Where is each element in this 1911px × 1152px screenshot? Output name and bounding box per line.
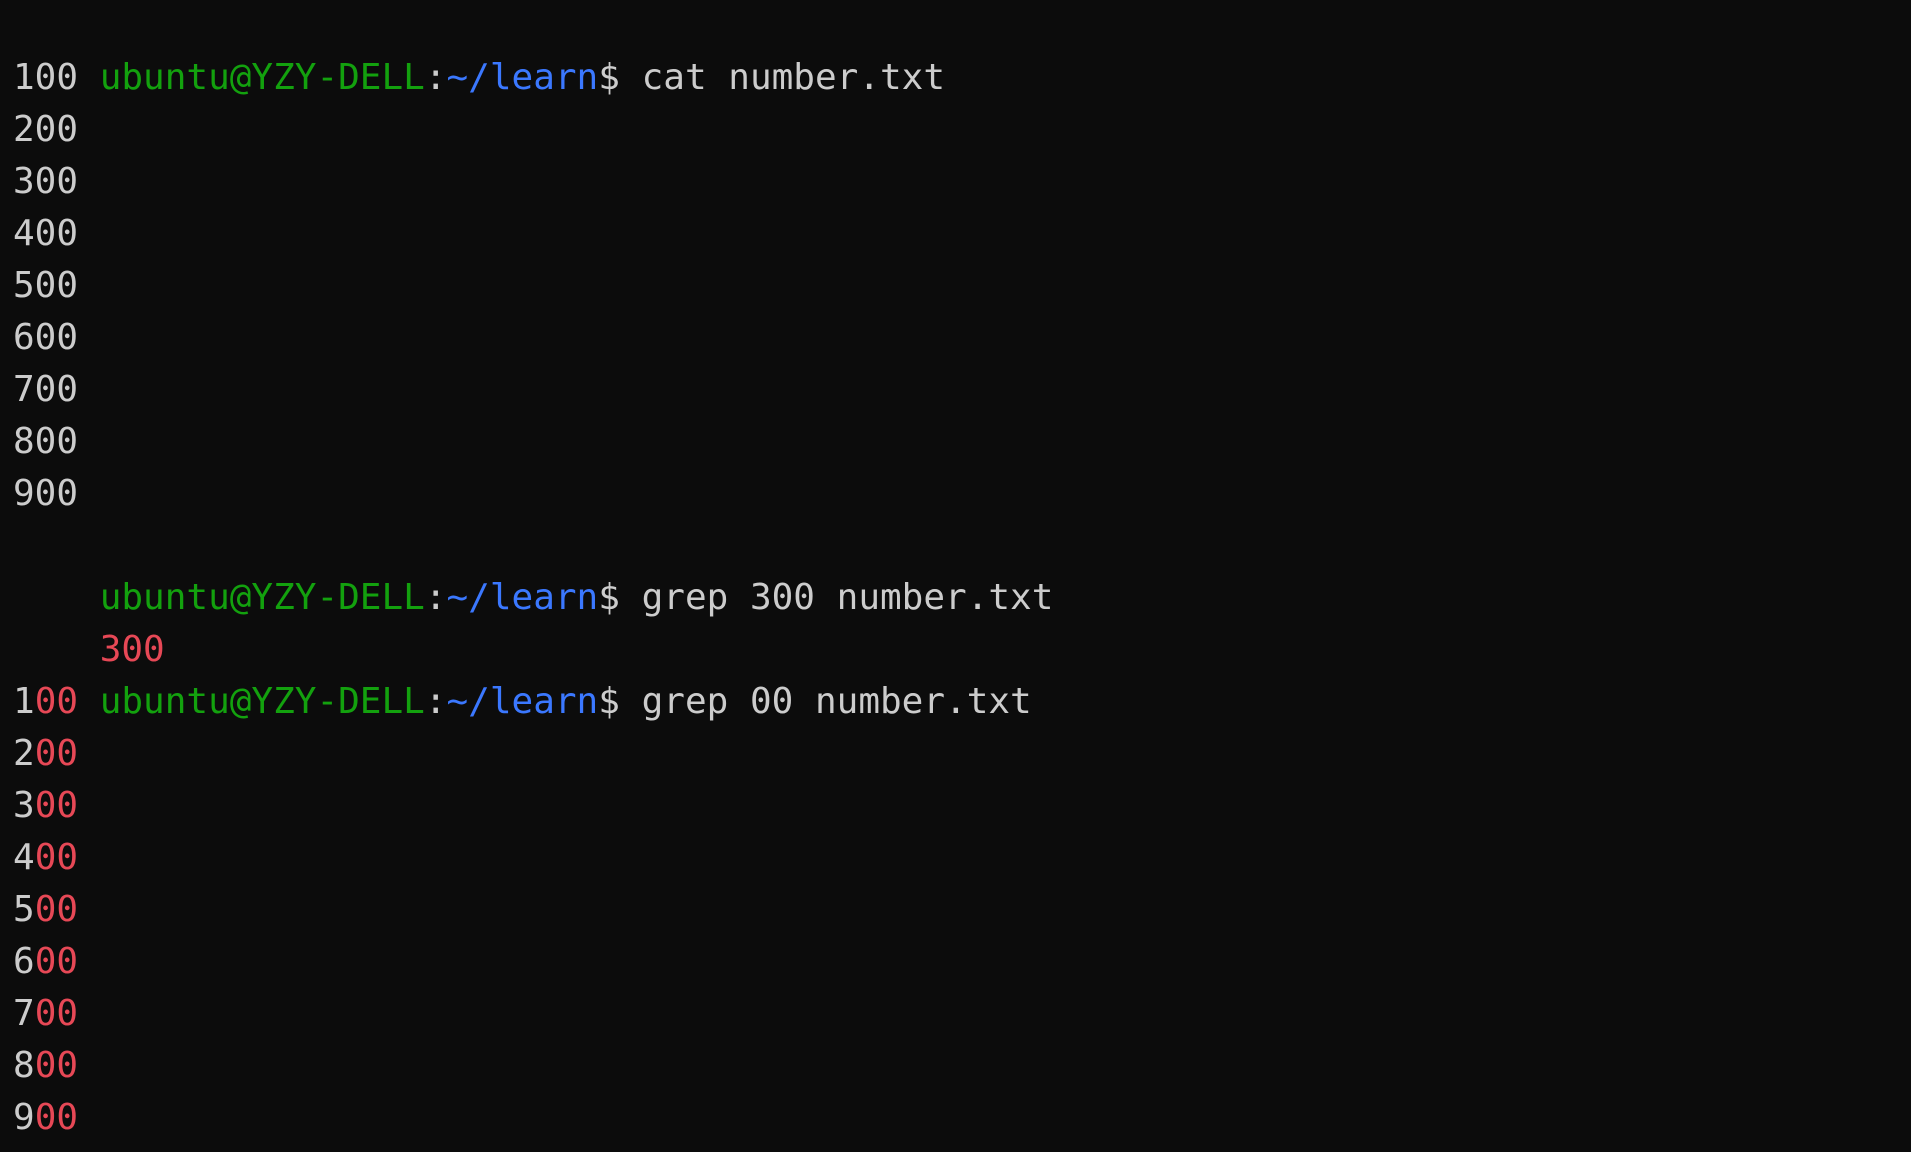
prompt-user-host: ubuntu@YZY-DELL (99, 57, 425, 98)
command-text: grep 300 number.txt (641, 577, 1054, 618)
output-line: 900 (13, 473, 79, 514)
grep-output-line: 800 (13, 1040, 78, 1092)
prompt-user-host: ubuntu@YZY-DELL (99, 681, 425, 722)
output-line: 200 (13, 109, 79, 150)
output-line: 500 (13, 265, 79, 306)
prompt-colon: : (424, 577, 447, 618)
grep-match: 00 (34, 837, 79, 878)
grep-match-line: 300 (13, 572, 165, 670)
grep-output-line: 500 (13, 884, 78, 936)
grep-match: 00 (34, 1045, 79, 1086)
grep-output-line: 200 (13, 728, 78, 780)
prompt-dollar: $ (598, 681, 620, 722)
output-line: 400 (13, 213, 79, 254)
line-prefix: 6 (13, 941, 35, 982)
line-prefix: 2 (13, 733, 35, 774)
grep-output-line: 600 (13, 936, 78, 988)
output-line: 800 (13, 421, 79, 462)
prompt-line-grep-300: ubuntu@YZY-DELL:~/learn$ grep 300 number… (13, 520, 1054, 618)
grep-match: 00 (34, 1097, 79, 1138)
output-line: 600 (13, 317, 79, 358)
output-line: 300 (13, 161, 79, 202)
grep-output-line: 700 (13, 988, 78, 1040)
prompt-dollar: $ (598, 577, 620, 618)
grep-output-line: 100 (13, 676, 78, 728)
prompt-colon: : (424, 57, 447, 98)
terminal-window[interactable]: ubuntu@YZY-DELL:~/learn$ cat number.txt … (0, 0, 1911, 1152)
grep-match: 00 (34, 681, 79, 722)
line-prefix: 8 (13, 1045, 35, 1086)
prompt-line-grep-00: ubuntu@YZY-DELL:~/learn$ grep 00 number.… (13, 624, 1032, 722)
output-line: 700 (13, 369, 79, 410)
line-prefix: 4 (13, 837, 35, 878)
prompt-path: ~/learn (446, 681, 599, 722)
grep-match: 00 (34, 785, 79, 826)
command-text: cat number.txt (641, 57, 946, 98)
grep-output-line: 900 (13, 1092, 78, 1144)
prompt-line-cat: ubuntu@YZY-DELL:~/learn$ cat number.txt (13, 0, 945, 98)
grep-match: 00 (34, 941, 79, 982)
line-prefix: 5 (13, 889, 35, 930)
grep-output-line: 300 (13, 780, 78, 832)
line-prefix: 7 (13, 993, 35, 1034)
line-prefix: 3 (13, 785, 35, 826)
grep-match: 00 (34, 733, 79, 774)
prompt-path: ~/learn (446, 57, 599, 98)
grep-match: 00 (34, 889, 79, 930)
grep-output-line: 400 (13, 832, 78, 884)
prompt-colon: : (424, 681, 447, 722)
output-line: 100 (13, 57, 79, 98)
prompt-path: ~/learn (446, 577, 599, 618)
line-prefix: 1 (13, 681, 35, 722)
grep-match: 00 (34, 993, 79, 1034)
command-text: grep 00 number.txt (641, 681, 1032, 722)
prompt-dollar: $ (598, 57, 620, 98)
line-prefix: 9 (13, 1097, 35, 1138)
